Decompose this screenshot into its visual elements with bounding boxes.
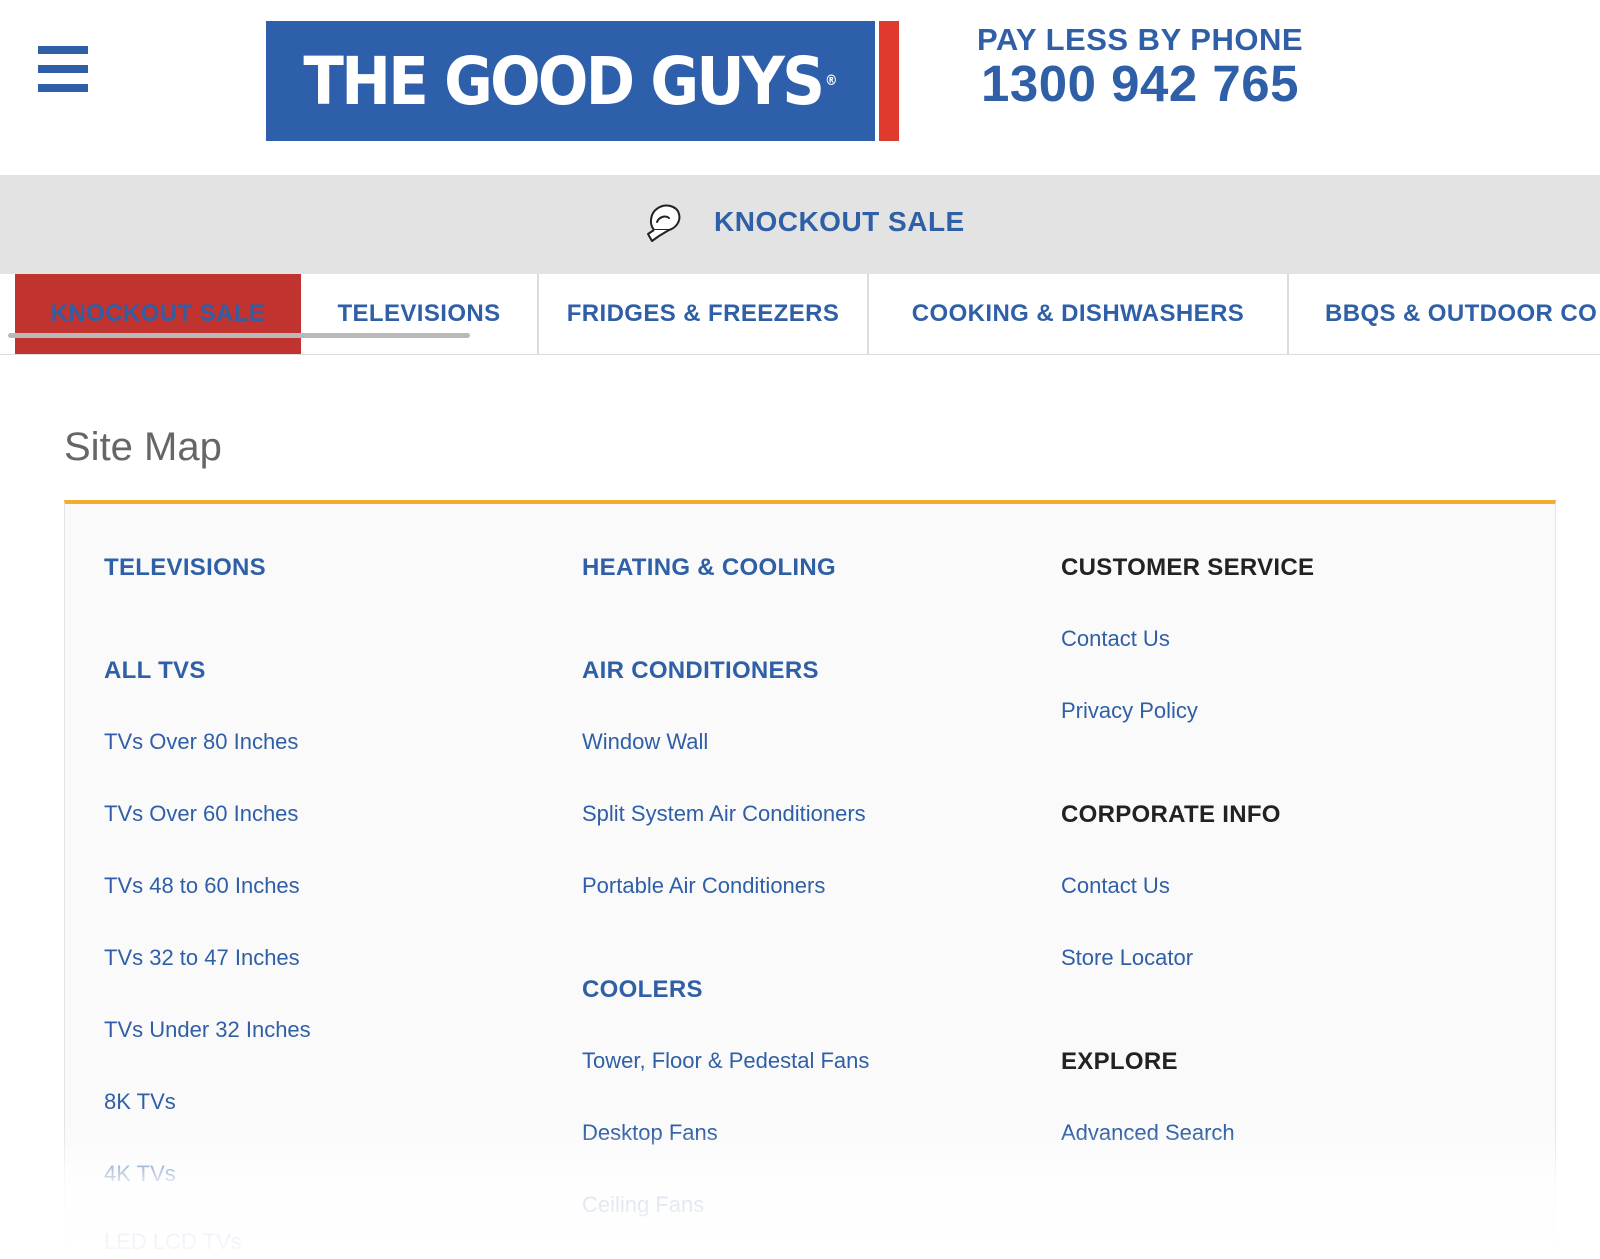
page-title: Site Map	[64, 425, 222, 469]
heading-heating-cooling[interactable]: HEATING & COOLING	[582, 554, 836, 582]
tab-bbqs-outdoor[interactable]: BBQS & OUTDOOR CO	[1289, 274, 1600, 354]
link-window-wall[interactable]: Window Wall	[582, 729, 708, 755]
link-contact-us[interactable]: Contact Us	[1061, 626, 1170, 652]
link-tvs-48-60[interactable]: TVs 48 to 60 Inches	[104, 873, 300, 899]
link-split-system[interactable]: Split System Air Conditioners	[582, 801, 866, 827]
link-tvs-32-47[interactable]: TVs 32 to 47 Inches	[104, 945, 300, 971]
link-corporate-contact-us[interactable]: Contact Us	[1061, 873, 1170, 899]
knockout-sale-banner[interactable]: KNOCKOUT SALE	[0, 175, 1600, 274]
link-tower-floor-pedestal-fans[interactable]: Tower, Floor & Pedestal Fans	[582, 1048, 869, 1074]
phone-number-link[interactable]: 1300 942 765	[960, 54, 1320, 113]
tab-cooking-dishwashers[interactable]: COOKING & DISHWASHERS	[869, 274, 1287, 354]
link-store-locator[interactable]: Store Locator	[1061, 945, 1193, 971]
link-ceiling-fans[interactable]: Ceiling Fans	[582, 1192, 704, 1218]
hamburger-menu-icon[interactable]	[38, 46, 88, 92]
tab-televisions[interactable]: TELEVISIONS	[301, 274, 537, 354]
link-privacy-policy[interactable]: Privacy Policy	[1061, 698, 1198, 724]
heading-televisions[interactable]: TELEVISIONS	[104, 554, 266, 582]
link-portable-ac[interactable]: Portable Air Conditioners	[582, 873, 825, 899]
heading-all-tvs[interactable]: ALL TVS	[104, 657, 206, 685]
tab-knockout-sale[interactable]: KNOCKOUT SALE	[15, 274, 301, 354]
the-good-guys-logo[interactable]: THE GOOD GUYS ®	[266, 21, 899, 141]
heading-customer-service: CUSTOMER SERVICE	[1061, 554, 1315, 581]
link-led-lcd-tvs[interactable]: LED LCD TVs	[104, 1229, 242, 1255]
category-tabs: KNOCKOUT SALE TELEVISIONS FRIDGES & FREE…	[0, 274, 1600, 355]
sitemap-panel: TELEVISIONS ALL TVS TVs Over 80 Inches T…	[64, 500, 1556, 1259]
link-tvs-over-80[interactable]: TVs Over 80 Inches	[104, 729, 298, 755]
link-tvs-under-32[interactable]: TVs Under 32 Inches	[104, 1017, 311, 1043]
heading-corporate-info: CORPORATE INFO	[1061, 801, 1281, 828]
site-header: THE GOOD GUYS ® PAY LESS BY PHONE 1300 94…	[0, 0, 1600, 175]
link-advanced-search[interactable]: Advanced Search	[1061, 1120, 1235, 1146]
tab-fridges-freezers[interactable]: FRIDGES & FREEZERS	[539, 274, 867, 354]
tabs-scroll-indicator[interactable]	[8, 333, 470, 338]
boxing-glove-icon	[647, 204, 681, 242]
heading-air-conditioners[interactable]: AIR CONDITIONERS	[582, 657, 819, 685]
phone-label: PAY LESS BY PHONE	[976, 22, 1304, 57]
logo-red-stripe	[879, 21, 899, 141]
link-tvs-over-60[interactable]: TVs Over 60 Inches	[104, 801, 298, 827]
logo-text: THE GOOD GUYS ®	[303, 42, 838, 120]
promo-label: KNOCKOUT SALE	[714, 206, 965, 237]
heading-explore: EXPLORE	[1061, 1048, 1178, 1075]
link-4k-tvs[interactable]: 4K TVs	[104, 1161, 176, 1187]
phone-block: PAY LESS BY PHONE 1300 942 765	[960, 22, 1320, 113]
heading-coolers[interactable]: COOLERS	[582, 976, 703, 1004]
link-8k-tvs[interactable]: 8K TVs	[104, 1089, 176, 1115]
link-desktop-fans[interactable]: Desktop Fans	[582, 1120, 718, 1146]
